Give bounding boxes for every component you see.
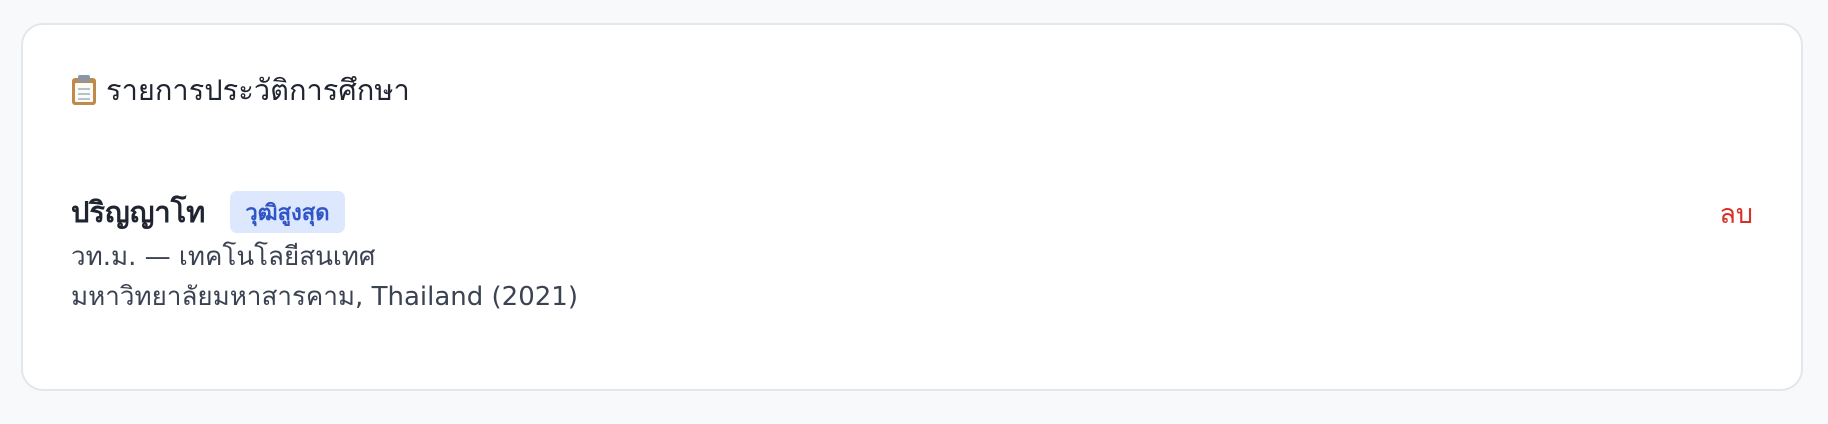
highest-degree-badge: วุฒิสูงสุด [230, 191, 345, 233]
institution-info: มหาวิทยาลัยมหาสารคาม, Thailand (2021) [71, 282, 578, 312]
section-title: รายการประวัติการศึกษา [71, 75, 410, 105]
degree-title: ปริญญาโท [71, 195, 206, 229]
delete-button[interactable]: ลบ [1719, 192, 1753, 235]
education-entry-header: ปริญญาโท วุฒิสูงสุด [71, 189, 345, 235]
section-title-text: รายการประวัติการศึกษา [106, 72, 410, 107]
education-history-card: รายการประวัติการศึกษา ปริญญาโท วุฒิสูงสุ… [21, 23, 1803, 391]
degree-field: วท.ม. — เทคโนโลยีสนเทศ [71, 242, 376, 272]
clipboard-icon [71, 75, 97, 105]
